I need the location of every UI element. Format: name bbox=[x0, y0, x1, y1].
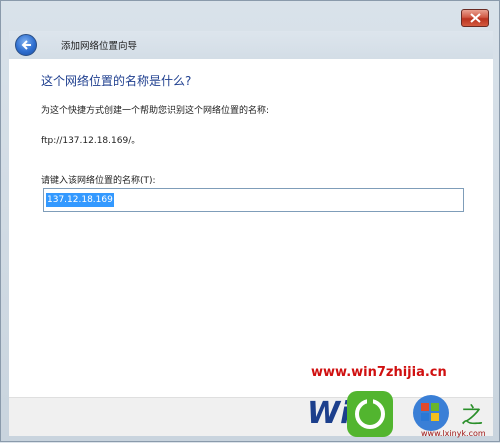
close-icon bbox=[470, 13, 481, 23]
wizard-header: 添加网络位置向导 bbox=[9, 31, 493, 59]
name-input[interactable]: 137.12.18.169 bbox=[43, 188, 464, 212]
close-button[interactable] bbox=[461, 9, 489, 27]
network-address: ftp://137.12.18.169/。 bbox=[41, 136, 141, 146]
description-text: 为这个快捷方式创建一个帮助您识别这个网络位置的名称: bbox=[41, 106, 270, 116]
watermark-url: www.win7zhijia.cn bbox=[311, 365, 447, 380]
name-input-value: 137.12.18.169 bbox=[46, 193, 114, 207]
name-field-label: 请键入该网络位置的名称(T): bbox=[41, 176, 156, 186]
back-arrow-icon bbox=[21, 40, 31, 50]
svg-text:之: 之 bbox=[461, 404, 483, 429]
watermark-sub-url: www.lxinyk.com bbox=[421, 429, 486, 438]
back-button[interactable] bbox=[15, 34, 37, 56]
page-heading: 这个网络位置的名称是什么? bbox=[41, 74, 192, 88]
wizard-window: 添加网络位置向导 这个网络位置的名称是什么? 为这个快捷方式创建一个帮助您识别这… bbox=[0, 0, 500, 442]
wizard-title: 添加网络位置向导 bbox=[61, 41, 138, 52]
wizard-content: 这个网络位置的名称是什么? 为这个快捷方式创建一个帮助您识别这个网络位置的名称:… bbox=[9, 59, 493, 397]
